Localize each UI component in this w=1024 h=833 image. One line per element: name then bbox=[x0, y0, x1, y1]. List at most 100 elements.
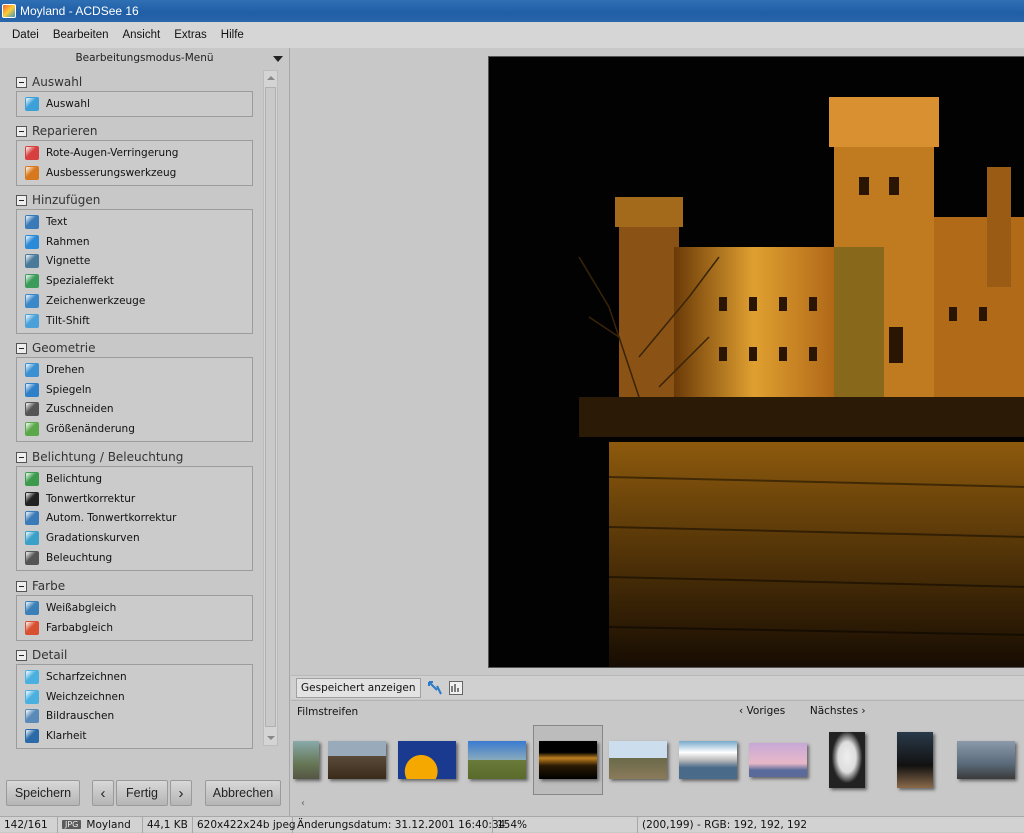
show-saved-button[interactable]: Gespeichert anzeigen bbox=[296, 677, 421, 698]
tool-item[interactable]: Ausbesserungswerkzeug bbox=[17, 163, 252, 183]
section-title: Auswahl bbox=[32, 75, 83, 89]
scroll-thumb[interactable] bbox=[265, 87, 276, 727]
tool-item[interactable]: Text bbox=[17, 212, 252, 232]
tool-label: Ausbesserungswerkzeug bbox=[46, 166, 177, 179]
tool-item[interactable]: Scharfzeichnen bbox=[17, 667, 252, 687]
tool-item[interactable]: Rahmen bbox=[17, 232, 252, 252]
tool-item[interactable]: Größenänderung bbox=[17, 419, 252, 439]
collapse-icon[interactable] bbox=[16, 194, 27, 206]
tool-label: Beleuchtung bbox=[46, 552, 113, 565]
tool-item[interactable]: Tilt-Shift bbox=[17, 311, 252, 331]
filmstrip-thumbnail-selected[interactable] bbox=[533, 725, 603, 795]
section-header[interactable]: Geometrie bbox=[16, 339, 253, 357]
window-title: Moyland - ACDSee 16 bbox=[20, 4, 139, 18]
filmstrip-thumbnail[interactable] bbox=[396, 735, 458, 785]
panel-scrollbar[interactable] bbox=[263, 70, 278, 746]
tool-item[interactable]: Farbabgleich bbox=[17, 618, 252, 638]
tool-label: Farbabgleich bbox=[46, 621, 113, 634]
filmstrip-thumbnail[interactable] bbox=[291, 735, 321, 785]
done-button[interactable]: Fertig bbox=[116, 780, 168, 806]
filmstrip-thumbnail[interactable] bbox=[466, 735, 528, 785]
tool-item[interactable]: Bildrauschen bbox=[17, 707, 252, 727]
tool-item[interactable]: Zeichenwerkzeuge bbox=[17, 291, 252, 311]
collapse-icon[interactable] bbox=[16, 580, 27, 592]
filmstrip-thumbnail[interactable] bbox=[326, 735, 388, 785]
menu-datei[interactable]: Datei bbox=[12, 29, 39, 41]
collapse-icon[interactable] bbox=[16, 342, 27, 354]
collapse-icon[interactable] bbox=[16, 125, 27, 137]
save-button[interactable]: Speichern bbox=[6, 780, 80, 806]
section-header[interactable]: Reparieren bbox=[16, 122, 253, 140]
tool-item[interactable]: Drehen bbox=[17, 360, 252, 380]
filmstrip-thumbnail[interactable] bbox=[607, 735, 669, 785]
menu-bearbeiten[interactable]: Bearbeiten bbox=[53, 29, 109, 41]
tool-item[interactable]: Rote-Augen-Verringerung bbox=[17, 143, 252, 163]
section-reparieren: Reparieren Rote-Augen-Verringerung Ausbess… bbox=[16, 122, 253, 186]
cancel-button[interactable]: Abbrechen bbox=[205, 780, 281, 806]
main-photo[interactable] bbox=[488, 56, 1024, 668]
tool-item[interactable]: Spiegeln bbox=[17, 380, 252, 400]
menu-ansicht[interactable]: Ansicht bbox=[122, 29, 160, 41]
white-balance-icon bbox=[25, 600, 39, 615]
tool-item[interactable]: Beleuchtung bbox=[17, 548, 252, 568]
filmstrip-thumbnail[interactable] bbox=[826, 732, 868, 788]
tool-item[interactable]: Spezialeffekt bbox=[17, 271, 252, 291]
file-type-badge: JPG bbox=[62, 820, 82, 829]
tool-item[interactable]: Vignette bbox=[17, 252, 252, 272]
color-balance-icon bbox=[25, 620, 39, 635]
filmstrip-label: Filmstreifen bbox=[297, 706, 359, 718]
section-header[interactable]: Belichtung / Beleuchtung bbox=[16, 448, 253, 466]
tool-item[interactable]: Zuschneiden bbox=[17, 400, 252, 420]
filmstrip-thumbnail[interactable] bbox=[747, 735, 809, 785]
repair-tool-icon bbox=[25, 165, 39, 180]
tool-item[interactable]: Auswahl bbox=[17, 94, 252, 114]
mirror-icon bbox=[25, 382, 39, 397]
filmstrip-thumbnail[interactable] bbox=[955, 735, 1017, 785]
app-icon bbox=[2, 4, 16, 18]
previous-link[interactable]: ‹ Voriges bbox=[739, 705, 785, 717]
tool-item[interactable]: Autom. Tonwertkorrektur bbox=[17, 509, 252, 529]
menu-hilfe[interactable]: Hilfe bbox=[221, 29, 244, 41]
tool-label: Gradationskurven bbox=[46, 532, 140, 545]
panel-header[interactable]: Bearbeitungsmodus-Menü bbox=[0, 48, 289, 68]
histogram-icon[interactable] bbox=[448, 680, 463, 695]
scroll-down-icon[interactable] bbox=[267, 736, 275, 740]
filmstrip-thumbnail[interactable] bbox=[894, 732, 936, 788]
tool-item[interactable]: Klarheit bbox=[17, 726, 252, 746]
title-bar: Moyland - ACDSee 16 bbox=[0, 0, 1024, 22]
vignette-icon bbox=[25, 254, 39, 269]
section-header[interactable]: Detail bbox=[16, 646, 253, 664]
section-detail: Detail Scharfzeichnen Weichzeichnen Bildrau… bbox=[16, 646, 253, 750]
collapse-icon[interactable] bbox=[16, 76, 27, 88]
edit-mode-panel: Bearbeitungsmodus-Menü Auswahl Auswahl Rep… bbox=[0, 48, 290, 816]
tool-item[interactable]: Tonwertkorrektur bbox=[17, 489, 252, 509]
collapse-icon[interactable] bbox=[16, 649, 27, 661]
tool-label: Autom. Tonwertkorrektur bbox=[46, 512, 177, 525]
tool-label: Belichtung bbox=[46, 472, 103, 485]
menu-extras[interactable]: Extras bbox=[174, 29, 207, 41]
next-button[interactable]: › bbox=[170, 780, 192, 806]
tool-label: Rote-Augen-Verringerung bbox=[46, 146, 179, 159]
tool-item[interactable]: Weißabgleich bbox=[17, 598, 252, 618]
filmstrip-thumbnail[interactable] bbox=[677, 735, 739, 785]
scroll-up-icon[interactable] bbox=[267, 76, 275, 80]
prev-button[interactable]: ‹ bbox=[92, 780, 114, 806]
section-header[interactable]: Hinzufügen bbox=[16, 191, 253, 209]
section-title: Reparieren bbox=[32, 124, 98, 138]
special-effect-icon bbox=[25, 274, 39, 289]
tool-label: Weißabgleich bbox=[46, 601, 117, 614]
section-header[interactable]: Auswahl bbox=[16, 73, 253, 91]
section-header[interactable]: Farbe bbox=[16, 577, 253, 595]
tool-item[interactable]: Belichtung bbox=[17, 469, 252, 489]
compare-icon[interactable] bbox=[427, 680, 443, 696]
filmstrip-scroll-left-icon[interactable]: ‹ bbox=[301, 798, 305, 809]
dropdown-arrow-icon[interactable] bbox=[273, 56, 283, 62]
next-link[interactable]: Nächstes › bbox=[810, 705, 866, 717]
collapse-icon[interactable] bbox=[16, 451, 27, 463]
tool-label: Klarheit bbox=[46, 730, 87, 743]
tool-label: Spiegeln bbox=[46, 383, 92, 396]
tool-item[interactable]: Weichzeichnen bbox=[17, 687, 252, 707]
status-zoom: 154% bbox=[493, 816, 638, 833]
tool-item[interactable]: Gradationskurven bbox=[17, 528, 252, 548]
sharpen-icon bbox=[25, 669, 39, 684]
